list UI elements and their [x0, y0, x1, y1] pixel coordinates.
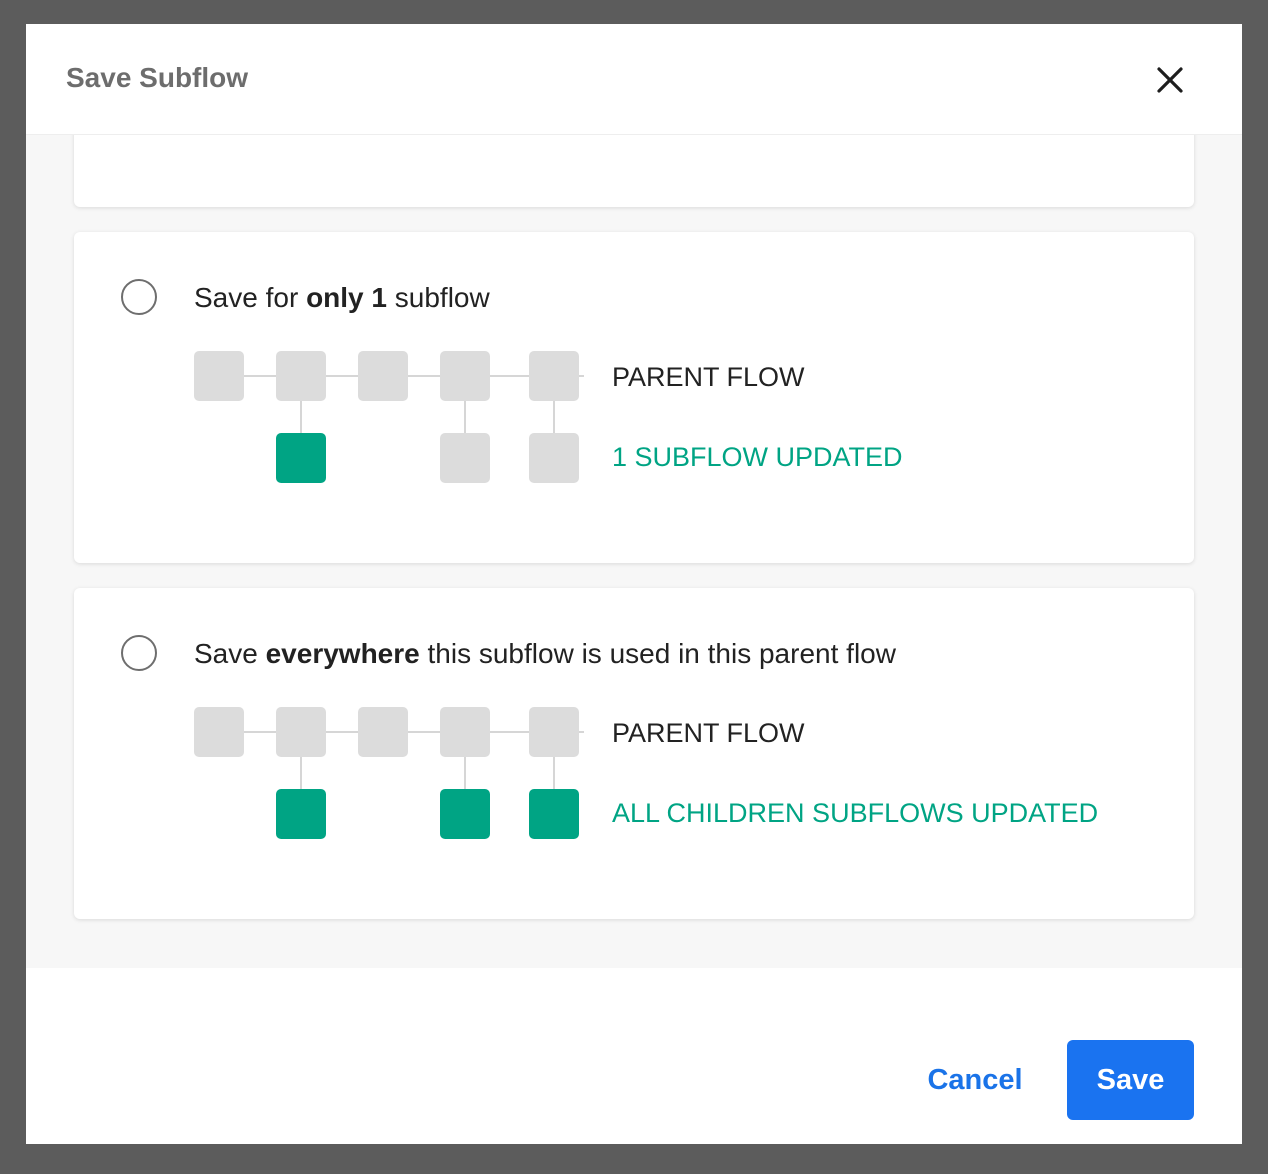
parent-flow-node	[529, 351, 579, 401]
subflow-node-updated	[529, 789, 579, 839]
parent-flow-node	[440, 707, 490, 757]
subflow-updated-label: 1 SUBFLOW UPDATED	[612, 442, 903, 472]
previous-option-card	[74, 135, 1194, 207]
option-label-text: Save	[194, 638, 266, 669]
option-label-emphasis: only 1	[306, 282, 387, 313]
subflow-node-updated	[440, 789, 490, 839]
subflow-node	[529, 433, 579, 483]
option-label-text: Save for	[194, 282, 307, 313]
subflow-node-updated	[276, 433, 326, 483]
flow-diagram	[194, 351, 584, 486]
subflow-node-updated	[276, 789, 326, 839]
dialog-header: Save Subflow	[26, 24, 1242, 135]
dialog-footer: Cancel Save	[26, 968, 1242, 1144]
parent-flow-node	[194, 707, 244, 757]
option-label-text: this subflow is used in this parent flow	[419, 638, 896, 669]
dialog-body: Save for only 1 subflow PARENT FLOW 1 SU…	[26, 135, 1242, 968]
parent-flow-node	[276, 351, 326, 401]
option-label-single: Save for only 1 subflow	[194, 282, 490, 314]
save-button[interactable]: Save	[1067, 1040, 1194, 1120]
parent-flow-node	[194, 351, 244, 401]
parent-flow-node	[440, 351, 490, 401]
save-subflow-dialog: Save Subflow Save for only 1 subflow PAR…	[26, 24, 1242, 1144]
close-button[interactable]	[1150, 60, 1190, 100]
option-label-emphasis: everywhere	[265, 638, 420, 669]
flow-diagram	[194, 707, 584, 842]
subflow-node	[440, 433, 490, 483]
option-label-everywhere: Save everywhere this subflow is used in …	[194, 638, 896, 670]
dialog-title: Save Subflow	[66, 62, 249, 93]
parent-flow-label: PARENT FLOW	[612, 718, 805, 748]
radio-save-everywhere[interactable]	[121, 635, 157, 671]
parent-flow-node	[358, 351, 408, 401]
cancel-button[interactable]: Cancel	[910, 1040, 1040, 1120]
option-card-single[interactable]: Save for only 1 subflow PARENT FLOW 1 SU…	[74, 232, 1194, 563]
option-label-text: subflow	[386, 282, 490, 313]
parent-flow-node	[529, 707, 579, 757]
parent-flow-node	[276, 707, 326, 757]
radio-only-one-subflow[interactable]	[121, 279, 157, 315]
parent-flow-label: PARENT FLOW	[612, 362, 805, 392]
close-icon	[1157, 67, 1183, 93]
option-card-everywhere[interactable]: Save everywhere this subflow is used in …	[74, 588, 1194, 919]
parent-flow-node	[358, 707, 408, 757]
subflow-updated-label: ALL CHILDREN SUBFLOWS UPDATED	[612, 798, 1099, 828]
